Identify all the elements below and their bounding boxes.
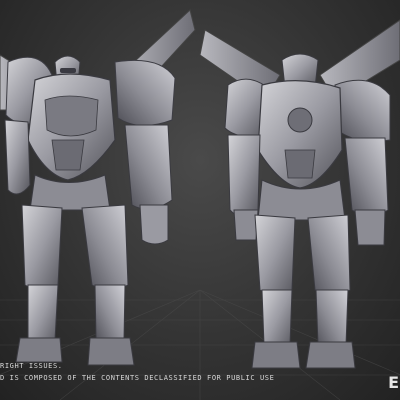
front-right-leg [81, 204, 129, 291]
front-left-leg [21, 204, 63, 291]
rear-right-arm [344, 137, 389, 217]
mech-renders [0, 9, 400, 369]
caption-line-1: RIGHT ISSUES. [0, 362, 63, 370]
front-view-mech [0, 9, 196, 366]
front-left-arm [4, 119, 31, 195]
brand-mark: E [388, 373, 400, 392]
caption-line-2: D IS COMPOSED OF THE CONTENTS DECLASSIFI… [0, 374, 275, 382]
front-left-foot [15, 337, 63, 363]
render-stage: RIGHT ISSUES. D IS COMPOSED OF THE CONTE… [0, 0, 400, 400]
rear-right-leg [307, 214, 351, 296]
front-right-arm [124, 124, 173, 210]
copyright-caption: RIGHT ISSUES. D IS COMPOSED OF THE CONTE… [0, 360, 360, 384]
rear-left-arm [227, 134, 261, 217]
front-right-shoulder [114, 59, 176, 126]
rear-right-shoulder [334, 79, 391, 142]
rear-view-mech [199, 19, 400, 369]
front-right-hand [139, 204, 169, 245]
front-visor [60, 68, 76, 73]
rear-left-leg [254, 214, 296, 296]
